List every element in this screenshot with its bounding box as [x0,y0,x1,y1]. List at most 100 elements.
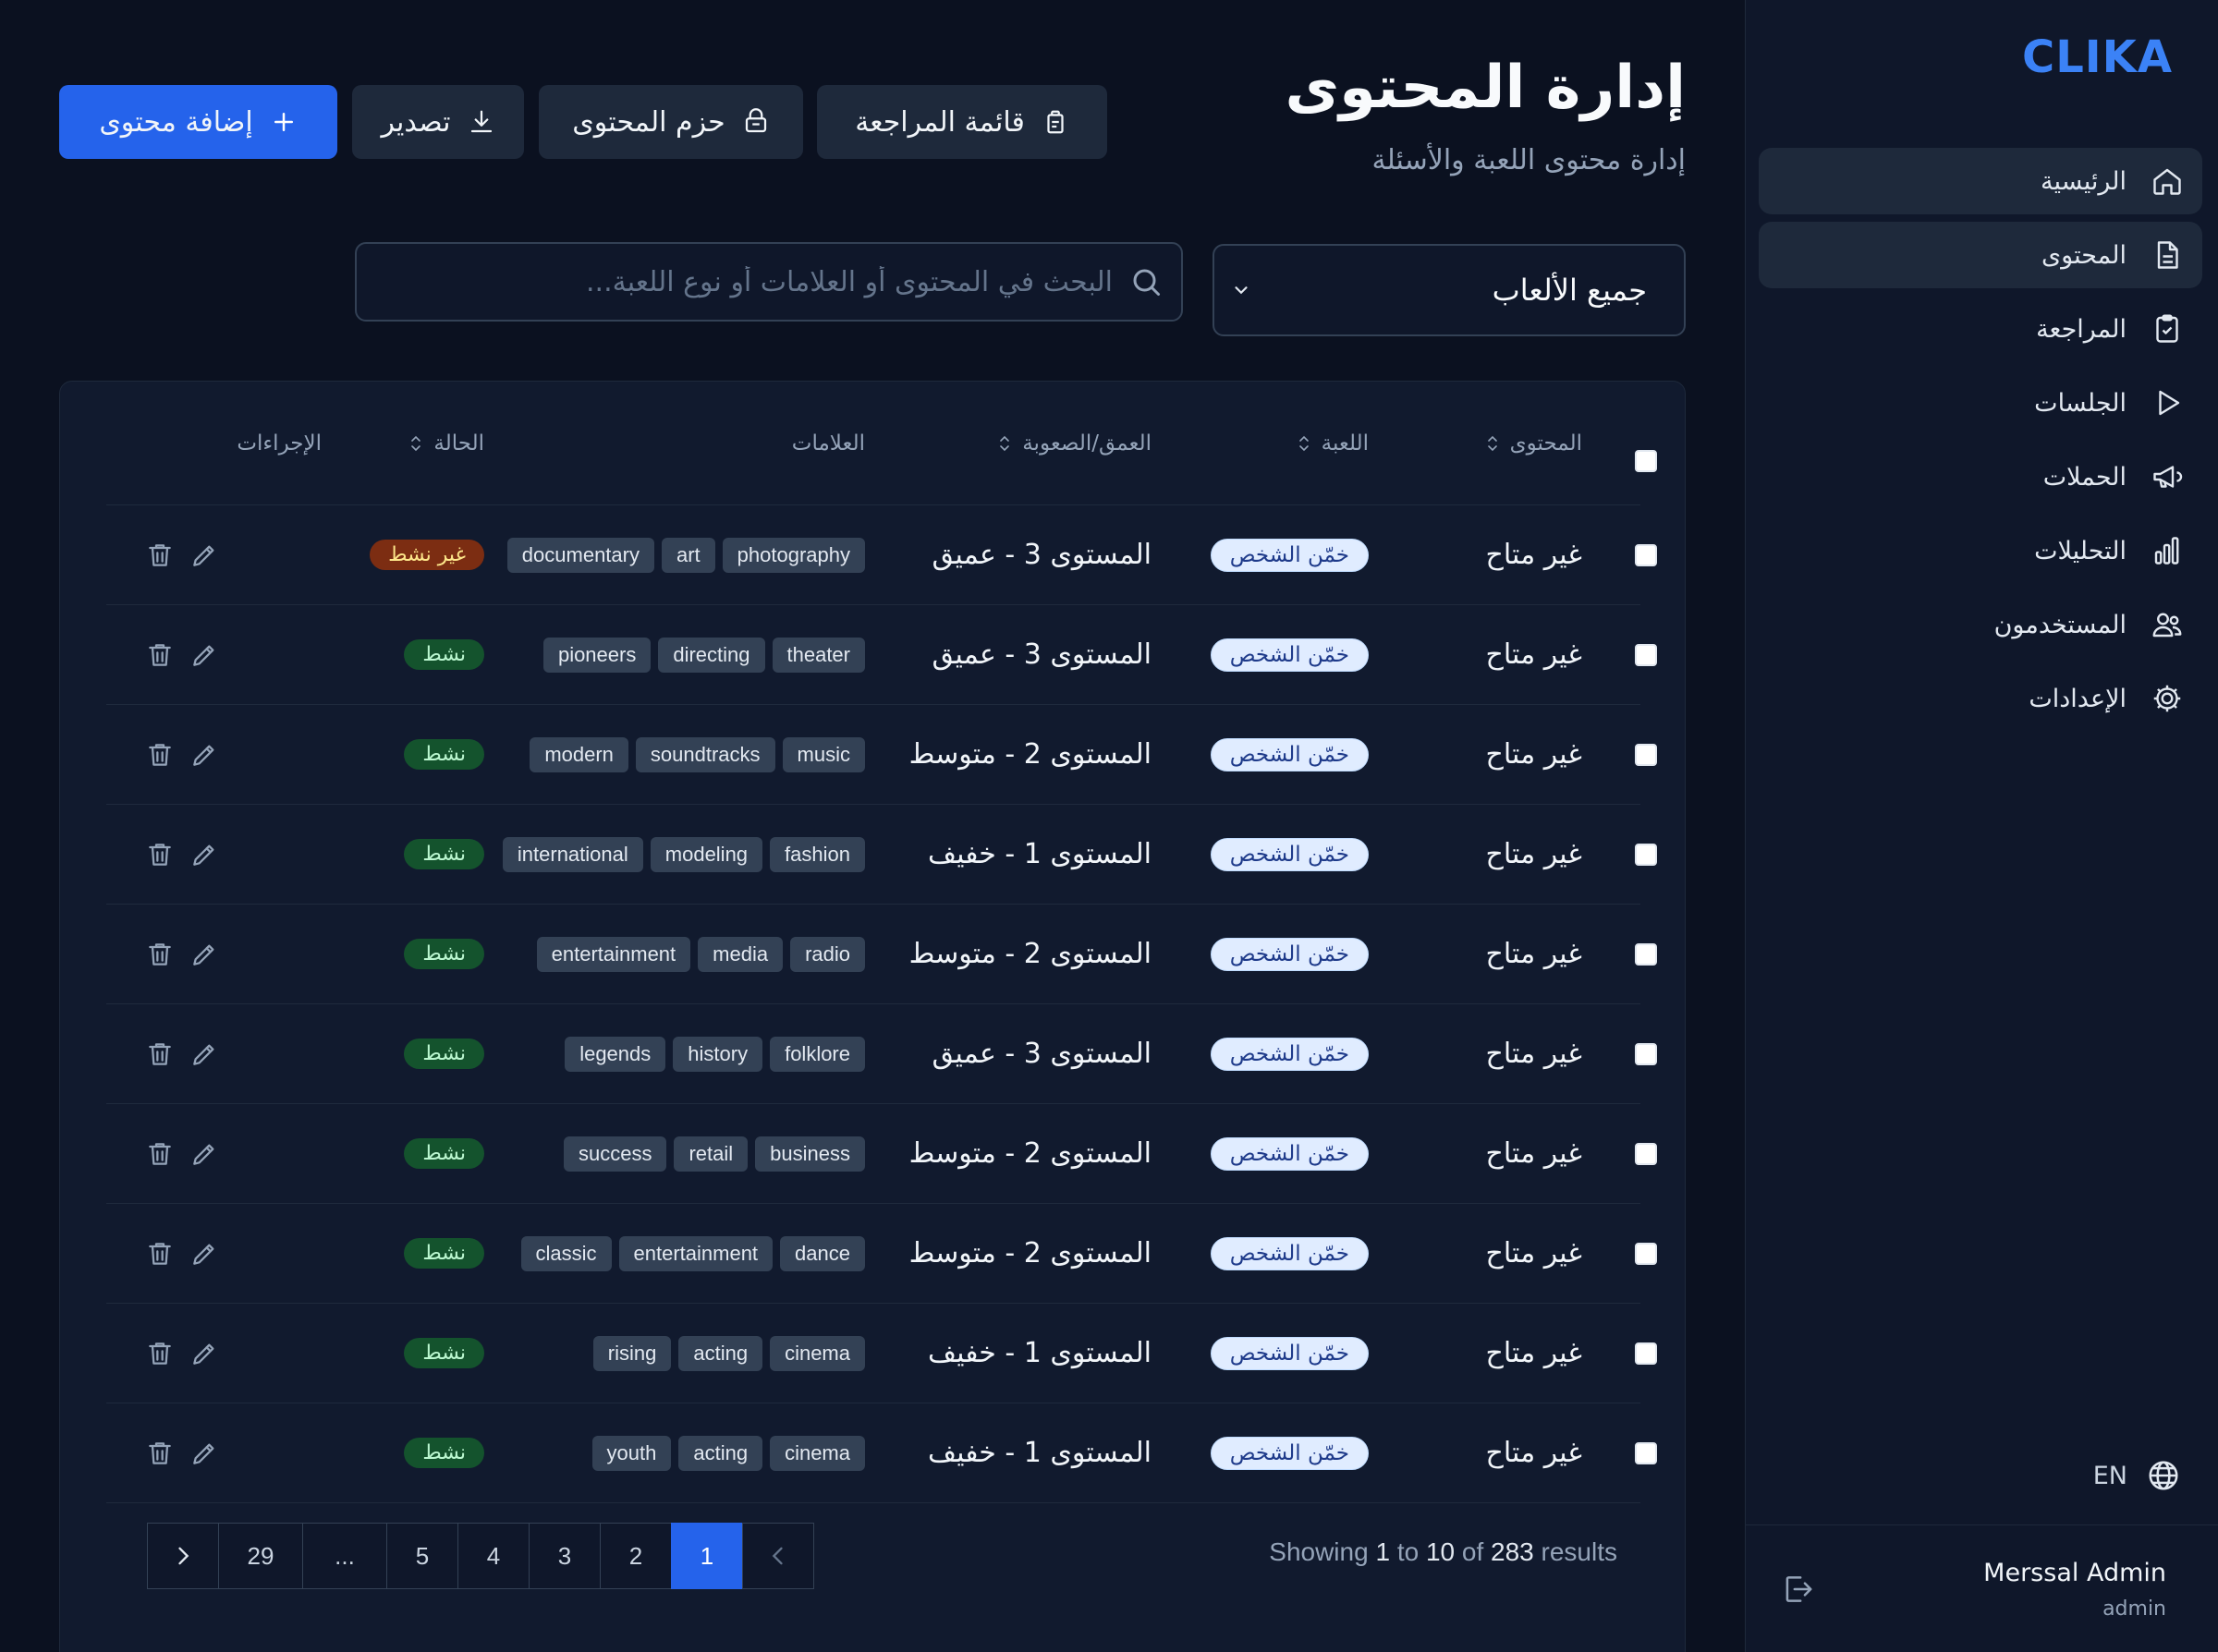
status-cell: نشط [404,1304,484,1403]
sidebar-item-label: المراجعة [2036,314,2127,344]
status-badge: نشط [404,939,484,969]
column-header-depth[interactable]: العمق/الصعوبة [998,382,1152,504]
depth-cell: المستوى 1 - خفيف [928,1337,1152,1369]
tag-chip: folklore [770,1036,865,1072]
actions-cell [145,1104,219,1203]
sidebar-item-campaigns[interactable]: الحملات [1759,443,2202,510]
trash-icon[interactable] [145,541,175,570]
sidebar-item-content[interactable]: المحتوى [1759,222,2202,288]
tag-chip: dance [780,1235,865,1271]
trash-icon[interactable] [145,1139,175,1169]
gear-icon [2153,685,2181,712]
bar-chart-icon [2154,537,2179,565]
trash-icon[interactable] [145,840,175,869]
page-button[interactable]: 5 [386,1523,458,1589]
page-button[interactable]: 4 [457,1523,530,1589]
depth-cell: المستوى 2 - متوسط [908,938,1152,970]
content-cell: غير متاح [1485,1237,1582,1269]
game-cell: خمّن الشخص [1210,505,1369,604]
status-badge: نشط [404,1138,484,1169]
trash-icon[interactable] [145,1239,175,1269]
next-page-button[interactable] [147,1523,219,1589]
row-checkbox[interactable] [1635,644,1657,666]
content-cell: غير متاح [1485,1038,1582,1070]
edit-pencil-icon[interactable] [189,1039,219,1069]
row-checkbox[interactable] [1635,1342,1657,1365]
edit-pencil-icon[interactable] [189,740,219,770]
page-button[interactable]: 29 [218,1523,303,1589]
edit-pencil-icon[interactable] [189,541,219,570]
trash-icon[interactable] [145,640,175,670]
trash-icon[interactable] [145,1039,175,1069]
edit-pencil-icon[interactable] [189,1439,219,1468]
tag-chip: acting [678,1435,763,1471]
sidebar-item-review[interactable]: المراجعة [1759,296,2202,362]
tag-chip: pioneers [542,637,652,673]
sidebar-item-settings[interactable]: الإعدادات [1759,665,2202,732]
game-filter-select[interactable]: جميع الألعاب [1213,244,1686,336]
sidebar-item-sessions[interactable]: الجلسات [1759,370,2202,436]
brand-logo[interactable]: CLIKA [2022,31,2173,83]
trash-icon[interactable] [145,1339,175,1368]
search-input[interactable] [375,265,1113,298]
tag-chip: youth [591,1435,672,1471]
game-filter-value: جميع الألعاب [1492,273,1647,308]
tags-cell: folklore history legends [565,1004,865,1103]
row-checkbox[interactable] [1635,744,1657,766]
export-button[interactable]: تصدير [352,85,524,159]
actions-cell [145,1004,219,1103]
trash-icon[interactable] [145,940,175,969]
page-button[interactable]: 3 [529,1523,601,1589]
row-checkbox[interactable] [1635,943,1657,966]
actions-cell [145,905,219,1003]
tag-chip: modern [530,736,628,772]
sidebar-item-home[interactable]: الرئيسية [1759,148,2202,214]
sidebar-item-analytics[interactable]: التحليلات [1759,517,2202,584]
previous-page-button[interactable] [742,1523,814,1589]
row-checkbox[interactable] [1635,544,1657,566]
review-list-button[interactable]: قائمة المراجعة [817,85,1107,159]
page-button[interactable]: 2 [600,1523,672,1589]
edit-pencil-icon[interactable] [189,940,219,969]
game-cell: خمّن الشخص [1210,705,1369,804]
page-subtitle: إدارة محتوى اللعبة والأسئلة [1371,144,1686,176]
edit-pencil-icon[interactable] [189,1239,219,1269]
page-button[interactable]: 1 [671,1523,743,1589]
sidebar-item-users[interactable]: المستخدمون [1759,591,2202,658]
depth-cell: المستوى 2 - متوسط [908,1137,1152,1170]
tag-chip: classic [520,1235,612,1271]
row-checkbox[interactable] [1635,1143,1657,1165]
column-header-status[interactable]: الحالة [409,382,484,504]
edit-pencil-icon[interactable] [189,640,219,670]
content-cell: غير متاح [1485,1137,1582,1170]
edit-pencil-icon[interactable] [189,1139,219,1169]
logout-icon[interactable] [1780,1572,1815,1607]
summary-of-word: of [1461,1537,1484,1566]
status-badge: نشط [404,839,484,869]
trash-icon[interactable] [145,740,175,770]
game-badge: خمّن الشخص [1210,1136,1369,1171]
row-checkbox[interactable] [1635,1442,1657,1464]
trash-icon[interactable] [145,1439,175,1468]
edit-pencil-icon[interactable] [189,840,219,869]
row-checkbox[interactable] [1635,844,1657,866]
row-checkbox[interactable] [1635,1043,1657,1065]
column-header-label: العمق/الصعوبة [1022,431,1152,456]
column-header-content[interactable]: المحتوى [1486,382,1582,504]
language-switcher[interactable]: EN [2093,1458,2181,1493]
content-table-card: المحتوى اللعبة العمق/الصعوبة العلامات ال… [59,381,1686,1652]
column-header-game[interactable]: اللعبة [1298,382,1369,504]
pagination: 29... 5 4 3 2 1 [147,1523,814,1589]
tags-cell: fashion modeling international [502,805,865,904]
content-cell: غير متاح [1485,738,1582,771]
summary-prefix: Showing [1269,1537,1369,1566]
select-all-checkbox[interactable] [1635,450,1657,472]
table-row: غير متاح خمّن الشخص المستوى 2 - متوسط busin… [106,1104,1657,1204]
edit-pencil-icon[interactable] [189,1339,219,1368]
content-packs-button[interactable]: حزم المحتوى [539,85,803,159]
add-content-button[interactable]: إضافة محتوى [59,85,337,159]
row-checkbox[interactable] [1635,1243,1657,1265]
table-row: غير متاح خمّن الشخص المستوى 3 - عميق photog… [106,505,1657,605]
chevron-down-icon [1235,286,1248,295]
chevron-right-icon [178,1547,189,1565]
